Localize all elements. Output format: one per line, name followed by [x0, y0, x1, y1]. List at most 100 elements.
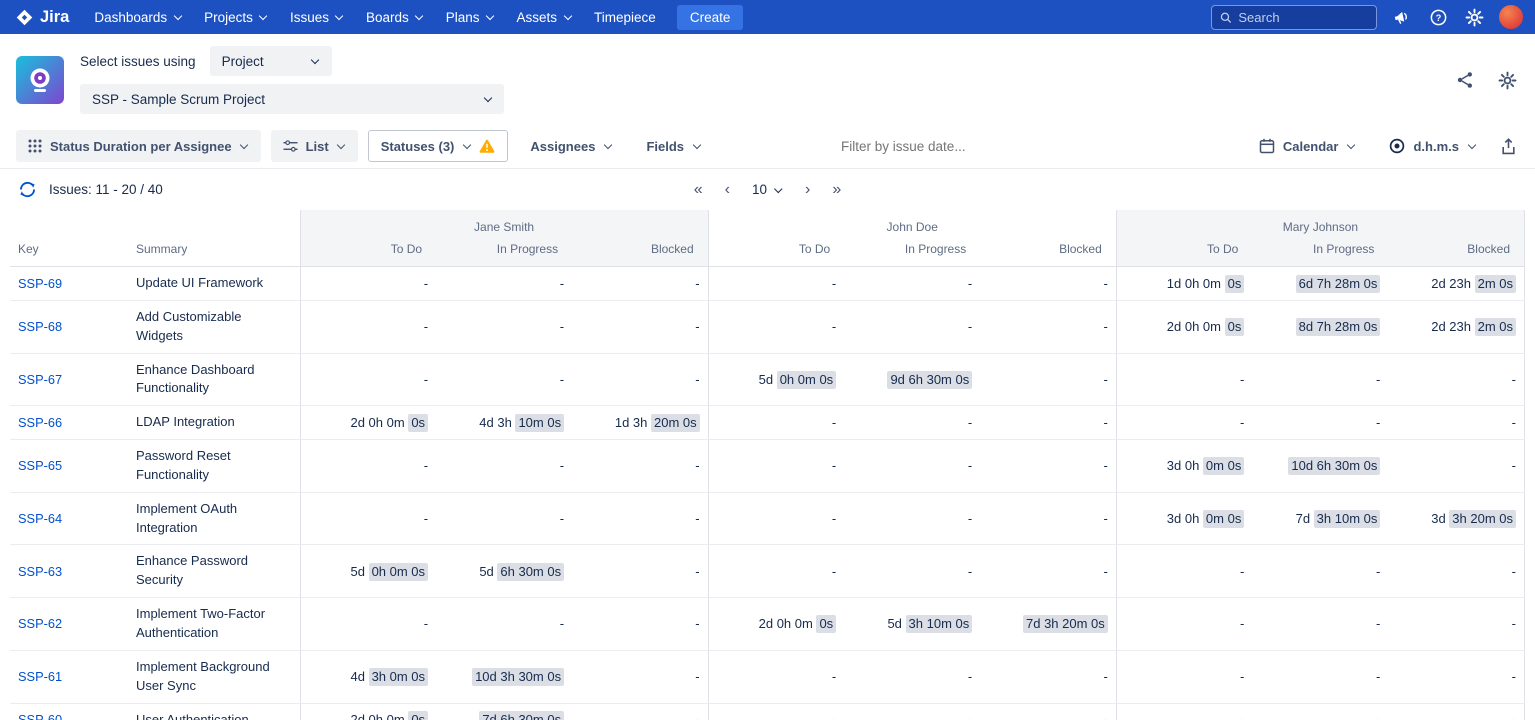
duration-cell: -: [844, 300, 980, 353]
issue-row: SSP-69Update UI Framework------1d 0h 0m …: [10, 267, 1525, 301]
share-button[interactable]: [1454, 69, 1476, 91]
duration-cell: -: [980, 353, 1116, 406]
issue-key-link[interactable]: SSP-67: [18, 372, 62, 387]
create-button[interactable]: Create: [677, 5, 744, 30]
statuses-filter[interactable]: Statuses (3): [368, 130, 509, 162]
duration-text: 4d: [350, 669, 368, 684]
duration-cell: -: [844, 545, 980, 598]
issue-row: SSP-66LDAP Integration2d 0h 0m 0s4d 3h 1…: [10, 406, 1525, 440]
view-select[interactable]: List: [271, 130, 358, 162]
report-type-select[interactable]: Status Duration per Assignee: [16, 130, 261, 162]
issue-key-link[interactable]: SSP-60: [18, 712, 62, 720]
duration-cell: -: [844, 440, 980, 493]
duration-cell: 7d 3h 10m 0s: [1252, 492, 1388, 545]
next-page-button[interactable]: ›: [801, 180, 814, 200]
nav-item-assets[interactable]: Assets: [506, 0, 584, 34]
settings-button[interactable]: [1463, 6, 1486, 29]
status-column-header: To Do: [708, 238, 844, 267]
issue-key-link[interactable]: SSP-66: [18, 415, 62, 430]
calendar-label: Calendar: [1283, 139, 1339, 154]
issue-row: SSP-67Enhance Dashboard Functionality---…: [10, 353, 1525, 406]
issue-key-link[interactable]: SSP-68: [18, 319, 62, 334]
duration-cell: -: [980, 650, 1116, 703]
issue-key-link[interactable]: SSP-61: [18, 669, 62, 684]
duration-cell: 6d 7h 28m 0s: [1252, 267, 1388, 301]
report-settings-button[interactable]: [1496, 69, 1519, 92]
issue-date-filter-input[interactable]: [841, 139, 1237, 154]
duration-cell: 5d 0h 0m 0s: [300, 545, 436, 598]
issue-summary: Implement Background User Sync: [128, 650, 300, 703]
search-input[interactable]: [1238, 10, 1368, 25]
nav-item-timepiece[interactable]: Timepiece: [583, 0, 667, 34]
issue-key-link[interactable]: SSP-62: [18, 616, 62, 631]
assignees-label: Assignees: [530, 139, 595, 154]
duration-cell: -: [1388, 353, 1524, 406]
duration-cell: 5d 6h 30m 0s: [436, 545, 572, 598]
issue-key-link[interactable]: SSP-69: [18, 276, 62, 291]
duration-bar: 2m 0s: [1475, 275, 1516, 293]
issue-summary: Enhance Password Security: [128, 545, 300, 598]
duration-bar: 7d 3h 20m 0s: [1023, 615, 1108, 633]
duration-cell: -: [844, 267, 980, 301]
help-button[interactable]: ?: [1427, 6, 1450, 29]
duration-cell: -: [980, 267, 1116, 301]
issue-summary: User Authentication: [128, 703, 300, 720]
duration-cell: -: [572, 492, 708, 545]
jira-logo[interactable]: Jira: [16, 8, 69, 27]
last-page-button[interactable]: »: [828, 180, 845, 200]
refresh-button[interactable]: [16, 178, 39, 201]
prev-page-button[interactable]: ‹: [721, 180, 734, 200]
topnav-right: ?: [1211, 5, 1523, 30]
status-column-header: To Do: [1116, 238, 1252, 267]
issue-key-link[interactable]: SSP-64: [18, 511, 62, 526]
user-avatar[interactable]: [1499, 5, 1523, 29]
chevron-down-icon: [415, 13, 424, 21]
duration-cell: -: [572, 440, 708, 493]
chevron-down-icon: [173, 13, 182, 21]
duration-cell: -: [436, 492, 572, 545]
duration-bar: 0s: [1225, 318, 1245, 336]
page-size-select[interactable]: 10: [748, 181, 787, 199]
project-select[interactable]: SSP - Sample Scrum Project: [80, 84, 504, 114]
view-label: List: [306, 139, 329, 154]
duration-bar: 0s: [408, 414, 428, 432]
announcement-button[interactable]: [1390, 5, 1414, 29]
duration-cell: -: [1116, 650, 1252, 703]
issue-source-select[interactable]: Project: [210, 46, 332, 76]
issue-key-link[interactable]: SSP-65: [18, 458, 62, 473]
duration-cell: -: [572, 598, 708, 651]
duration-cell: -: [1252, 598, 1388, 651]
timepiece-app-icon: [16, 56, 64, 104]
report-toolbar: Status Duration per Assignee List Status…: [0, 124, 1535, 169]
assignee-group-header: Mary Johnson: [1116, 210, 1524, 238]
issue-row: SSP-68Add Customizable Widgets------2d 0…: [10, 300, 1525, 353]
duration-bar: 10d 6h 30m 0s: [1288, 457, 1380, 475]
fields-filter[interactable]: Fields: [634, 130, 713, 162]
duration-cell: 2d 0h 0m 0s: [300, 406, 436, 440]
nav-item-plans[interactable]: Plans: [435, 0, 506, 34]
nav-item-projects[interactable]: Projects: [193, 0, 279, 34]
duration-bar: 0h 0m 0s: [369, 563, 428, 581]
duration-format-select[interactable]: d.h.m.s: [1377, 130, 1488, 162]
duration-cell: -: [300, 267, 436, 301]
nav-item-boards[interactable]: Boards: [355, 0, 435, 34]
chevron-down-icon: [259, 13, 268, 21]
toolbar-right: Calendar d.h.m.s: [1247, 130, 1519, 162]
help-icon: ?: [1429, 8, 1448, 27]
export-button[interactable]: [1498, 136, 1519, 157]
nav-item-dashboards[interactable]: Dashboards: [83, 0, 193, 34]
duration-cell: -: [572, 353, 708, 406]
calendar-select[interactable]: Calendar: [1247, 130, 1368, 162]
first-page-button[interactable]: «: [690, 180, 707, 200]
duration-bar: 10d 3h 30m 0s: [472, 668, 564, 686]
issue-row: SSP-62Implement Two-Factor Authenticatio…: [10, 598, 1525, 651]
duration-cell: -: [1116, 598, 1252, 651]
duration-cell: -: [1116, 703, 1252, 720]
duration-cell: -: [1116, 353, 1252, 406]
nav-item-issues[interactable]: Issues: [279, 0, 355, 34]
duration-cell: 1d 0h 0m 0s: [1116, 267, 1252, 301]
global-search[interactable]: [1211, 5, 1377, 30]
chevron-down-icon: [483, 95, 492, 103]
issue-key-link[interactable]: SSP-63: [18, 564, 62, 579]
assignees-filter[interactable]: Assignees: [518, 130, 624, 162]
